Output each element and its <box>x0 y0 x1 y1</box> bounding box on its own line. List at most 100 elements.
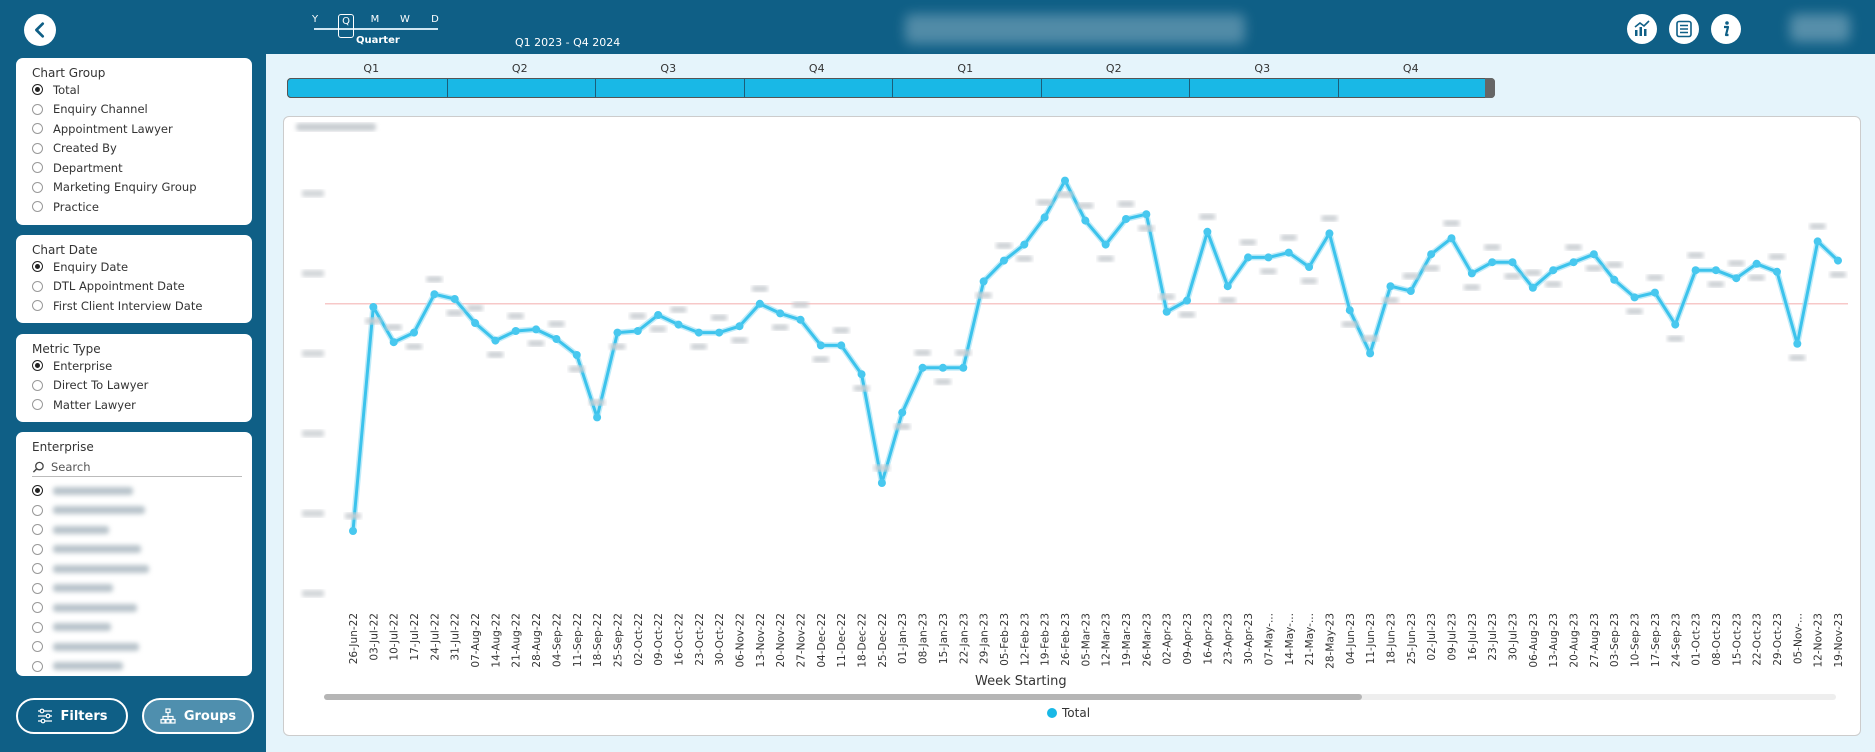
data-point[interactable] <box>755 299 764 308</box>
data-point[interactable] <box>1732 274 1741 283</box>
back-button[interactable] <box>24 14 56 46</box>
chart-date-option-first-client-interview-date[interactable]: First Client Interview Date <box>16 296 252 316</box>
data-point[interactable] <box>1162 307 1171 316</box>
data-point[interactable] <box>572 351 581 359</box>
enterprise-option[interactable] <box>16 540 252 560</box>
timeline-segment[interactable] <box>595 79 745 97</box>
data-point[interactable] <box>532 325 541 334</box>
timeline-segment[interactable] <box>447 79 596 97</box>
data-point[interactable] <box>1345 306 1354 315</box>
data-point[interactable] <box>1569 258 1578 267</box>
slicer-option-m[interactable]: M <box>368 14 382 25</box>
data-point[interactable] <box>1203 227 1212 236</box>
enterprise-option[interactable] <box>16 559 252 579</box>
data-point[interactable] <box>450 295 459 303</box>
chart-group-option-marketing-enquiry-group[interactable]: Marketing Enquiry Group <box>16 178 252 198</box>
data-point[interactable] <box>979 277 988 286</box>
report-list-button[interactable] <box>1669 14 1699 44</box>
slicer-option-w[interactable]: W <box>398 14 412 25</box>
timeline-slicer[interactable] <box>287 78 1495 98</box>
data-point[interactable] <box>1508 258 1517 267</box>
timeline-segment[interactable] <box>1338 79 1487 97</box>
data-point[interactable] <box>796 315 805 324</box>
data-point[interactable] <box>1467 269 1476 278</box>
data-point[interactable] <box>694 328 703 337</box>
metric-type-option-enterprise[interactable]: Enterprise <box>16 356 252 376</box>
metric-type-option-direct-to-lawyer[interactable]: Direct To Lawyer <box>16 376 252 396</box>
enterprise-option[interactable] <box>16 657 252 677</box>
data-point[interactable] <box>1183 296 1192 305</box>
data-point[interactable] <box>1650 288 1659 297</box>
data-point[interactable] <box>1386 282 1395 291</box>
data-point[interactable] <box>776 309 785 318</box>
enterprise-option[interactable] <box>16 501 252 521</box>
date-granularity-slicer[interactable]: Y Q M W D Quarter <box>308 9 439 49</box>
data-point[interactable] <box>1244 253 1253 262</box>
data-point[interactable] <box>674 320 683 329</box>
data-point[interactable] <box>1366 349 1375 358</box>
data-point[interactable] <box>389 338 398 347</box>
data-point[interactable] <box>735 322 744 331</box>
user-avatar[interactable] <box>1790 14 1850 42</box>
chart-legend[interactable]: Total <box>1047 706 1090 720</box>
enterprise-option[interactable] <box>16 481 252 501</box>
info-button[interactable] <box>1711 14 1741 44</box>
chart-date-option-dtl-appointment-date[interactable]: DTL Appointment Date <box>16 277 252 297</box>
data-point[interactable] <box>938 363 947 372</box>
data-point[interactable] <box>1772 267 1781 276</box>
data-point[interactable] <box>1488 258 1497 267</box>
timeline-right-handle[interactable] <box>1485 78 1495 98</box>
data-point[interactable] <box>816 341 825 350</box>
data-point[interactable] <box>1711 266 1720 275</box>
enterprise-option[interactable] <box>16 579 252 599</box>
data-point[interactable] <box>877 479 886 487</box>
enterprise-option[interactable] <box>16 637 252 657</box>
data-point[interactable] <box>1284 248 1293 257</box>
data-point[interactable] <box>1589 250 1598 259</box>
data-point[interactable] <box>1101 240 1110 249</box>
data-point[interactable] <box>959 363 968 372</box>
data-point[interactable] <box>349 527 357 535</box>
data-point[interactable] <box>1305 263 1314 271</box>
slicer-option-y[interactable]: Y <box>308 14 322 25</box>
slicer-option-d[interactable]: D <box>428 14 442 25</box>
data-point[interactable] <box>410 328 419 337</box>
data-point[interactable] <box>1040 213 1049 222</box>
data-point[interactable] <box>654 311 663 319</box>
chart-date-option-enquiry-date[interactable]: Enquiry Date <box>16 257 252 277</box>
data-point[interactable] <box>1020 240 1029 249</box>
data-point[interactable] <box>1427 250 1436 259</box>
data-point[interactable] <box>1223 282 1232 291</box>
data-point[interactable] <box>898 408 907 417</box>
data-point[interactable] <box>1834 256 1842 265</box>
timeline-segment[interactable] <box>298 79 448 97</box>
data-point[interactable] <box>1060 176 1069 185</box>
filters-button[interactable]: Filters <box>16 698 128 734</box>
data-point[interactable] <box>430 290 439 299</box>
data-point[interactable] <box>369 303 378 311</box>
timeline-segment[interactable] <box>744 79 893 97</box>
data-point[interactable] <box>613 328 622 337</box>
data-point[interactable] <box>1610 275 1619 284</box>
data-point[interactable] <box>552 335 561 343</box>
data-point[interactable] <box>1081 216 1090 225</box>
data-point[interactable] <box>837 341 846 350</box>
data-point[interactable] <box>1671 320 1680 329</box>
chart-group-option-enquiry-channel[interactable]: Enquiry Channel <box>16 100 252 120</box>
data-point[interactable] <box>471 319 480 327</box>
enterprise-search-input[interactable]: Search <box>32 458 242 477</box>
chart-group-option-practice[interactable]: Practice <box>16 197 252 217</box>
data-point[interactable] <box>1325 229 1334 238</box>
data-point[interactable] <box>1813 237 1822 246</box>
data-point[interactable] <box>1752 259 1761 268</box>
data-point[interactable] <box>1122 215 1131 223</box>
enterprise-option[interactable] <box>16 520 252 540</box>
data-point[interactable] <box>511 327 520 335</box>
timeline-segment[interactable] <box>892 79 1042 97</box>
chart-group-option-total[interactable]: Total <box>16 80 252 100</box>
data-point[interactable] <box>1691 266 1700 275</box>
chart-group-option-appointment-lawyer[interactable]: Appointment Lawyer <box>16 119 252 139</box>
data-point[interactable] <box>918 363 927 372</box>
data-point[interactable] <box>999 256 1008 265</box>
data-point[interactable] <box>1406 287 1415 295</box>
